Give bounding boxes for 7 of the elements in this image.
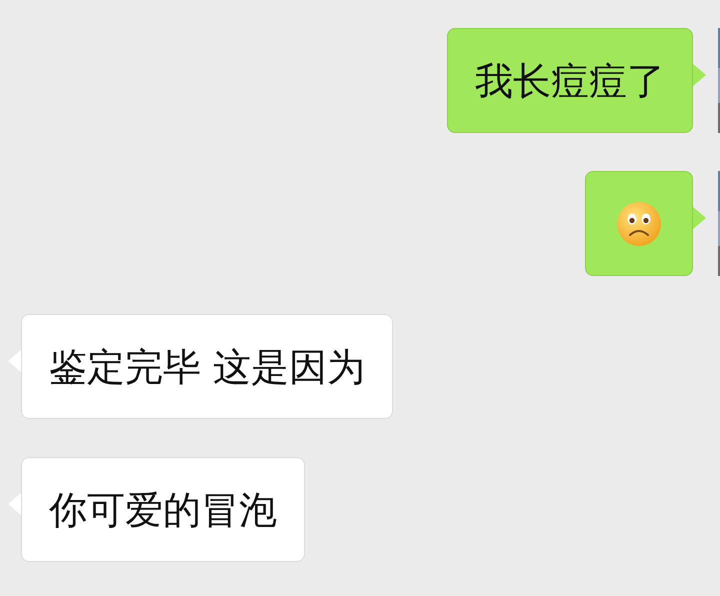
message-bubble: 你可爱的冒泡 (21, 457, 305, 562)
message-bubble: 鉴定完毕 这是因为 (21, 314, 394, 419)
bubble-tail-icon (693, 63, 707, 87)
message-bubble: 我长痘痘了 (447, 28, 693, 133)
bubble-tail-icon (7, 349, 21, 373)
sad-face-icon (616, 201, 662, 247)
bubble-tail-icon (7, 492, 21, 516)
